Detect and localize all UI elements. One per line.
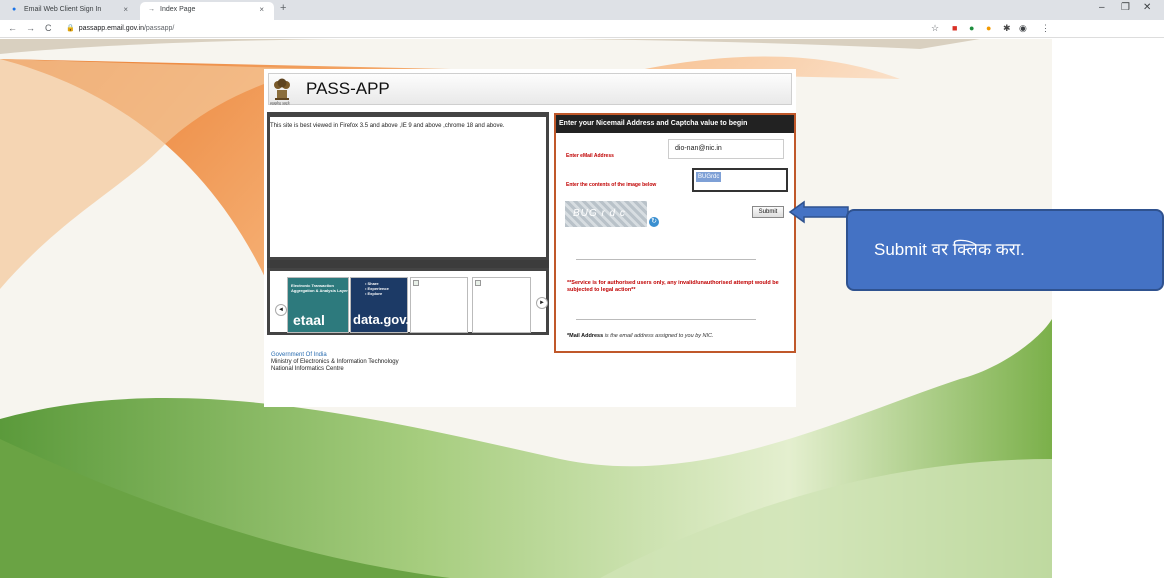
- browser-notice-text: This site is best viewed in Firefox 3.5 …: [270, 123, 505, 129]
- url-field[interactable]: 🔒 passapp.email.gov.in/passapp/: [66, 24, 174, 32]
- captcha-image: BUG r d c: [565, 201, 647, 227]
- extension-icon[interactable]: ●: [986, 23, 991, 33]
- national-emblem-icon: [274, 78, 290, 100]
- extensions-puzzle-icon[interactable]: ✱: [1003, 23, 1011, 34]
- callout-arrow-icon: [788, 200, 849, 224]
- captcha-input-value: BUGrdc: [696, 172, 722, 182]
- broken-image-icon: [475, 280, 481, 286]
- mail-address-term: *Mail Address: [567, 333, 604, 339]
- submit-button[interactable]: Submit: [752, 206, 784, 218]
- restore-button[interactable]: ❐: [1121, 2, 1130, 13]
- divider: [267, 260, 549, 268]
- tab-index-page[interactable]: → Index Page ×: [140, 2, 274, 20]
- emblem-caption: सत्यमेव जयते: [270, 101, 290, 106]
- menu-kebab-icon[interactable]: ⋮: [1041, 23, 1050, 34]
- browser-notice-box: [267, 112, 549, 260]
- footer-government[interactable]: Government Of India: [271, 352, 399, 359]
- bookmark-star-icon[interactable]: ☆: [931, 23, 939, 34]
- divider: [576, 319, 756, 320]
- browser-tab-bar: ● Email Web Client Sign In × → Index Page …: [0, 0, 1164, 20]
- page-viewport: सत्यमेव जयते PASS-APP This site is best …: [0, 39, 1164, 578]
- datagov-banner[interactable]: • Share • Experience • Explore data.gov.…: [350, 277, 421, 333]
- extension-icon[interactable]: ■: [952, 23, 957, 33]
- email-field[interactable]: dio-nan@nic.in: [668, 139, 784, 159]
- reload-icon[interactable]: C: [45, 23, 52, 33]
- carousel-slide-empty[interactable]: [472, 277, 531, 333]
- carousel-slide-empty[interactable]: [410, 277, 468, 333]
- footer-ministry: Ministry of Electronics & Information Te…: [271, 359, 399, 365]
- etaal-banner[interactable]: Electronic Transaction Aggregation & Ana…: [287, 277, 349, 333]
- captcha-input[interactable]: BUGrdc: [692, 168, 788, 192]
- extension-icon[interactable]: ●: [969, 23, 974, 33]
- tab-label: Index Page: [160, 6, 196, 13]
- lock-icon: 🔒: [66, 25, 75, 32]
- close-tab-icon[interactable]: ×: [259, 2, 264, 18]
- mail-address-definition: is the email address assigned to you by …: [603, 333, 714, 339]
- close-tab-icon[interactable]: ×: [123, 2, 128, 18]
- loading-icon: →: [148, 6, 155, 13]
- instruction-callout: Submit वर क्लिक करा.: [846, 209, 1164, 291]
- etaal-description: Electronic Transaction Aggregation & Ana…: [291, 283, 348, 293]
- url-host: passapp.email.gov.in: [78, 25, 144, 32]
- broken-image-icon: [413, 280, 419, 286]
- legal-warning: **Service is for authorised users only, …: [567, 280, 779, 293]
- captcha-label: Enter the contents of the image below: [566, 182, 657, 188]
- new-tab-button[interactable]: +: [280, 2, 286, 14]
- close-window-button[interactable]: ✕: [1143, 2, 1151, 13]
- etaal-logo: etaal: [293, 312, 325, 328]
- carousel-next-button[interactable]: ►: [536, 297, 548, 309]
- divider: [576, 259, 756, 260]
- tab-label: Email Web Client Sign In: [24, 6, 102, 13]
- email-label: Enter eMail Address: [566, 153, 614, 159]
- url-path: /passapp/: [143, 25, 175, 32]
- datagov-tagline: • Share • Experience • Explore: [365, 281, 389, 296]
- page-title: PASS-APP: [306, 79, 390, 98]
- forward-icon[interactable]: →: [26, 23, 35, 33]
- tab-email-web-client[interactable]: ● Email Web Client Sign In ×: [4, 2, 138, 20]
- minimize-button[interactable]: –: [1099, 2, 1105, 13]
- refresh-captcha-icon[interactable]: ↻: [649, 217, 659, 227]
- carousel-prev-button[interactable]: ◄: [275, 304, 287, 316]
- page-footer: Government Of India Ministry of Electron…: [271, 352, 399, 373]
- mail-address-note: *Mail Address is the email address assig…: [567, 333, 714, 339]
- profile-avatar-icon[interactable]: ◉: [1019, 23, 1027, 34]
- login-heading: Enter your Nicemail Address and Captcha …: [556, 115, 794, 133]
- globe-icon: ●: [12, 6, 17, 13]
- back-icon[interactable]: ←: [8, 23, 17, 33]
- footer-nic: National Informatics Centre: [271, 366, 344, 372]
- address-bar-row: ← → C 🔒 passapp.email.gov.in/passapp/ ☆ ■…: [0, 20, 1164, 38]
